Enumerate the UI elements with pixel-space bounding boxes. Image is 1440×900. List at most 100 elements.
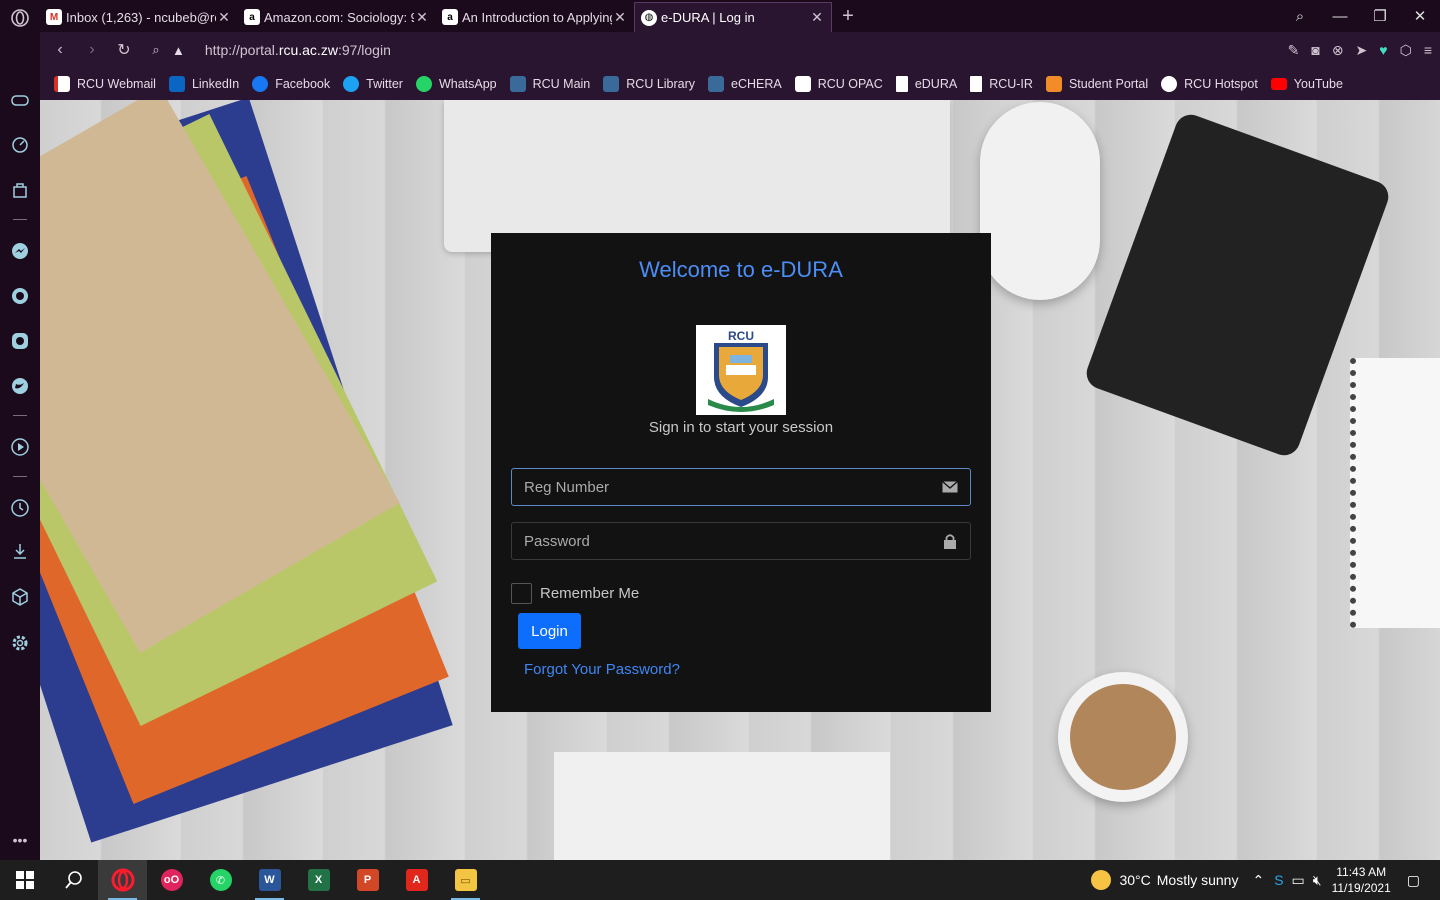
close-tab-icon[interactable]: ✕ bbox=[216, 9, 232, 26]
bookmark-edura[interactable]: eDURA bbox=[895, 76, 958, 92]
portal-icon bbox=[1045, 76, 1062, 92]
whatsapp-icon[interactable] bbox=[10, 286, 30, 306]
bookmark-label: YouTube bbox=[1293, 77, 1343, 91]
excel-taskbar-icon[interactable]: X bbox=[294, 860, 343, 900]
minimize-button[interactable]: — bbox=[1320, 8, 1360, 25]
taskbar-search-icon[interactable] bbox=[49, 860, 98, 900]
remember-me[interactable]: Remember Me bbox=[511, 583, 639, 604]
close-window-button[interactable]: ✕ bbox=[1400, 7, 1440, 25]
bookmark-label: Student Portal bbox=[1068, 77, 1149, 91]
start-button[interactable] bbox=[0, 860, 49, 900]
whatsapp-taskbar-icon[interactable]: ✆ bbox=[196, 860, 245, 900]
bookmark-whatsapp[interactable]: WhatsApp bbox=[415, 76, 497, 92]
heart-icon[interactable]: ♥ bbox=[1379, 42, 1387, 59]
snapshot-icon[interactable]: ◙ bbox=[1311, 42, 1319, 59]
gamepad-icon[interactable] bbox=[10, 90, 30, 110]
url-suffix: :97/login bbox=[337, 42, 391, 58]
network-icon[interactable]: ▭ bbox=[1292, 872, 1305, 889]
bookmark-rcu-opac[interactable]: RCU OPAC bbox=[794, 76, 883, 92]
weather-sun-icon[interactable] bbox=[1091, 870, 1112, 890]
reload-button[interactable]: ↻ bbox=[108, 40, 140, 60]
close-tab-icon[interactable]: ✕ bbox=[809, 9, 825, 26]
bookmark-rcu-ir[interactable]: RCU-IR bbox=[970, 76, 1033, 92]
bookmark-rcu-hotspot[interactable]: RCU Hotspot bbox=[1161, 76, 1258, 92]
opera-sidebar: ••• bbox=[0, 0, 40, 860]
speaker-muted-icon[interactable]: 🔇︎ bbox=[1313, 872, 1322, 889]
login-button[interactable]: Login bbox=[518, 613, 581, 649]
opera-menu-icon[interactable] bbox=[10, 8, 30, 28]
globe-icon: ◍ bbox=[641, 9, 657, 26]
skype-icon[interactable]: S bbox=[1274, 872, 1283, 888]
rcu-icon bbox=[603, 76, 620, 92]
extensions-icon[interactable] bbox=[10, 587, 30, 607]
player-icon[interactable] bbox=[10, 437, 30, 457]
url-field[interactable]: http://portal.rcu.ac.zw:97/login bbox=[205, 42, 391, 58]
tab-amazon-sociology[interactable]: a Amazon.com: Sociology: 9 ✕ bbox=[238, 2, 436, 32]
gmail-icon bbox=[54, 76, 70, 92]
downloads-icon[interactable] bbox=[10, 541, 30, 561]
acrobat-taskbar-icon[interactable]: A bbox=[392, 860, 441, 900]
twitter-icon[interactable] bbox=[10, 376, 30, 396]
tab-strip: M Inbox (1,263) - ncubeb@rc ✕ a Amazon.c… bbox=[40, 0, 1440, 32]
bookmark-label: RCU Hotspot bbox=[1184, 77, 1258, 91]
envelope-icon bbox=[930, 469, 970, 505]
restore-button[interactable]: ❐ bbox=[1360, 7, 1400, 25]
shopping-icon[interactable] bbox=[10, 180, 30, 200]
edit-icon[interactable]: ✎ bbox=[1288, 42, 1300, 59]
bookmarks-bar: RCU Webmail LinkedIn Facebook Twitter Wh… bbox=[40, 68, 1440, 100]
settings-gear-icon[interactable] bbox=[10, 633, 30, 653]
more-icon[interactable]: ••• bbox=[10, 830, 30, 850]
reg-number-input[interactable] bbox=[512, 478, 930, 496]
cube-icon[interactable]: ⬡ bbox=[1400, 42, 1412, 59]
file-explorer-taskbar-icon[interactable]: ▭ bbox=[441, 860, 490, 900]
bookmark-youtube[interactable]: YouTube bbox=[1270, 77, 1343, 91]
tab-edura-login[interactable]: ◍ e-DURA | Log in ✕ bbox=[634, 2, 832, 32]
word-taskbar-icon[interactable]: W bbox=[245, 860, 294, 900]
bookmark-linkedin[interactable]: LinkedIn bbox=[168, 76, 239, 92]
adblock-icon[interactable]: ⊗ bbox=[1332, 42, 1344, 59]
speed-dial-icon[interactable] bbox=[10, 135, 30, 155]
close-tab-icon[interactable]: ✕ bbox=[612, 9, 628, 26]
messenger-icon[interactable] bbox=[10, 241, 30, 261]
send-icon[interactable]: ➤ bbox=[1356, 42, 1368, 59]
bookmark-label: eDURA bbox=[914, 77, 958, 91]
forgot-password-link[interactable]: Forgot Your Password? bbox=[524, 661, 680, 678]
close-tab-icon[interactable]: ✕ bbox=[414, 9, 430, 26]
bookmark-student-portal[interactable]: Student Portal bbox=[1045, 76, 1149, 92]
address-bar: ‹ › ↻ ⌕ ▲ http://portal.rcu.ac.zw:97/log… bbox=[40, 32, 1440, 68]
bookmark-twitter[interactable]: Twitter bbox=[343, 76, 403, 92]
back-button[interactable]: ‹ bbox=[44, 41, 76, 59]
powerpoint-taskbar-icon[interactable]: P bbox=[343, 860, 392, 900]
weather-temperature[interactable]: 30°C bbox=[1119, 872, 1150, 888]
history-icon[interactable] bbox=[10, 498, 30, 518]
instagram-icon[interactable] bbox=[10, 331, 30, 351]
bookmark-rcu-library[interactable]: RCU Library bbox=[603, 76, 695, 92]
url-host: rcu.ac.zw bbox=[278, 42, 338, 58]
tab-amazon-introduction[interactable]: a An Introduction to Applying ✕ bbox=[436, 2, 634, 32]
password-input[interactable] bbox=[512, 532, 930, 550]
tab-gmail[interactable]: M Inbox (1,263) - ncubeb@rc ✕ bbox=[40, 2, 238, 32]
forward-button[interactable]: › bbox=[76, 41, 108, 59]
easy-setup-icon[interactable]: ≡ bbox=[1424, 42, 1432, 59]
new-tab-button[interactable]: + bbox=[836, 2, 860, 32]
amazon-icon: a bbox=[442, 9, 458, 25]
bookmark-echera[interactable]: eCHERA bbox=[708, 76, 782, 92]
youtube-icon bbox=[1270, 78, 1287, 90]
bookmark-rcu-main[interactable]: RCU Main bbox=[509, 76, 590, 92]
notifications-icon[interactable]: ▢ bbox=[1407, 872, 1420, 889]
search-tabs-icon[interactable]: ⌕ bbox=[1280, 8, 1320, 25]
sidebar-divider bbox=[13, 476, 27, 477]
bookmark-rcu-webmail[interactable]: RCU Webmail bbox=[54, 76, 156, 92]
page-icon bbox=[895, 76, 908, 92]
weather-text[interactable]: Mostly sunny bbox=[1157, 872, 1239, 888]
logo-text: RCU bbox=[728, 329, 754, 343]
bookmark-facebook[interactable]: Facebook bbox=[252, 76, 330, 92]
login-card: Welcome to e-DURA RCU Sign in to start y… bbox=[491, 233, 991, 712]
clock[interactable]: 11:43 AM 11/19/2021 bbox=[1332, 864, 1391, 896]
chevron-up-icon[interactable]: ⌃ bbox=[1252, 872, 1264, 889]
oo-app-taskbar-icon[interactable]: oO bbox=[147, 860, 196, 900]
not-secure-warning-icon[interactable]: ▲ bbox=[172, 43, 185, 58]
opera-taskbar-icon[interactable] bbox=[98, 860, 147, 900]
remember-me-checkbox[interactable] bbox=[511, 583, 532, 604]
sidebar-divider bbox=[13, 219, 27, 220]
